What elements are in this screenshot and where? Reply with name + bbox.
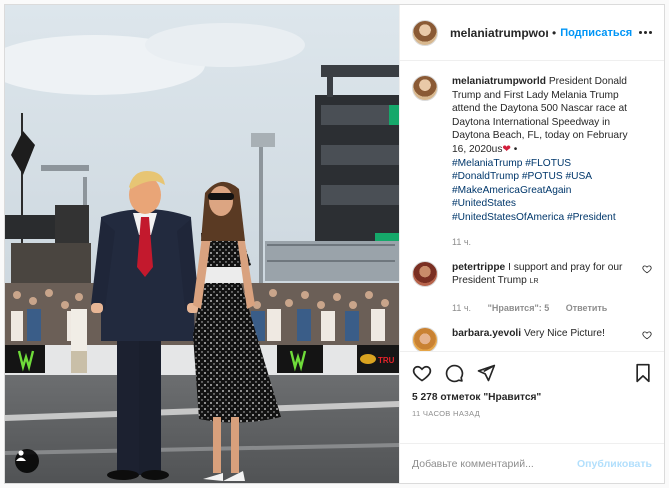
hashtag-link[interactable]: #POTUS [522, 171, 563, 182]
header-username[interactable]: melaniatrumpworld [450, 26, 548, 40]
comment-username[interactable]: barbara.yevoli [452, 328, 521, 339]
like-icon[interactable] [412, 363, 432, 383]
publish-button[interactable]: Опубликовать [577, 458, 652, 470]
hashtag-link[interactable]: #DonaldTrump [452, 171, 519, 182]
user-icon [16, 450, 26, 461]
hashtag-link[interactable]: #USA [565, 171, 592, 182]
comment-icon[interactable] [444, 363, 464, 383]
caption-avatar[interactable] [412, 75, 438, 101]
follow-button[interactable]: Подписаться [560, 27, 632, 39]
hashtag-link[interactable]: #UnitedStates [452, 198, 516, 209]
commenter-avatar[interactable] [412, 260, 438, 287]
post-photo[interactable]: TRU [5, 5, 399, 483]
add-comment-bar: Опубликовать [400, 443, 664, 483]
comment-like-icon[interactable] [642, 264, 652, 274]
post-sidebar: melaniatrumpworld • Подписаться melaniat… [399, 5, 664, 483]
comment-username[interactable]: petertrippe [452, 262, 505, 273]
comment-meta: 11 ч. "Нравится": 5 Ответить [452, 303, 632, 313]
more-options-icon[interactable] [639, 31, 652, 34]
caption-text: melaniatrumpworld President Donald Trump… [452, 75, 636, 225]
caption-body: President Donald Trump and First Lady Me… [452, 76, 628, 155]
photo-illustration: TRU [5, 5, 399, 483]
header-separator: • [552, 25, 557, 40]
post-header: melaniatrumpworld • Подписаться [400, 5, 664, 61]
post-timestamp[interactable]: 11 часов назад [412, 409, 652, 418]
comments-list: melaniatrumpworld President Donald Trump… [400, 61, 664, 351]
caption-row: melaniatrumpworld President Donald Trump… [412, 75, 652, 247]
comment-text: barbara.yevoli Very Nice Picture! [452, 327, 632, 341]
hashtag-link[interactable]: #FLOTUS [525, 158, 571, 169]
comment-row: barbara.yevoli Very Nice Picture! [412, 326, 652, 351]
comment-text: petertrippe I support and pray for our P… [452, 261, 632, 289]
caption-username[interactable]: melaniatrumpworld [452, 76, 546, 87]
reply-button[interactable]: Ответить [566, 303, 608, 313]
comment-likes[interactable]: "Нравится": 5 [488, 303, 550, 313]
comment-like-icon[interactable] [642, 330, 652, 340]
action-icons [412, 358, 652, 388]
bookmark-icon[interactable] [634, 363, 652, 383]
user-tag-button[interactable] [15, 449, 39, 473]
instagram-post: TRU melaniatrumpwor • Подписаться melani… [4, 4, 665, 484]
share-icon[interactable] [476, 363, 496, 383]
comment-body: Very Nice Picture! [523, 327, 605, 339]
author-avatar[interactable] [412, 19, 438, 46]
caption-bullet: • [510, 143, 518, 155]
caption-time: 11 ч. [452, 236, 472, 247]
commenter-avatar[interactable] [412, 326, 438, 351]
hashtag-link[interactable]: #UnitedStatesOfAmerica [452, 212, 564, 223]
hashtag-link[interactable]: #President [567, 212, 616, 223]
comment-suffix: LR [529, 278, 539, 286]
heart-emoji: ❤ [502, 143, 511, 155]
comment-input[interactable] [412, 457, 578, 470]
comment-row: petertrippe I support and pray for our P… [412, 260, 652, 313]
caption-meta: 11 ч. [452, 237, 636, 247]
hashtag-link[interactable]: #MakeAmericaGreatAgain [452, 185, 571, 196]
likes-count[interactable]: 5 278 отметок "Нравится" [412, 392, 652, 403]
hashtag-link[interactable]: #MelaniaTrump [452, 158, 522, 169]
post-actions: 5 278 отметок "Нравится" 11 часов назад [400, 351, 664, 443]
banner-text: TRU [378, 356, 395, 365]
comment-time: 11 ч. [452, 302, 472, 313]
